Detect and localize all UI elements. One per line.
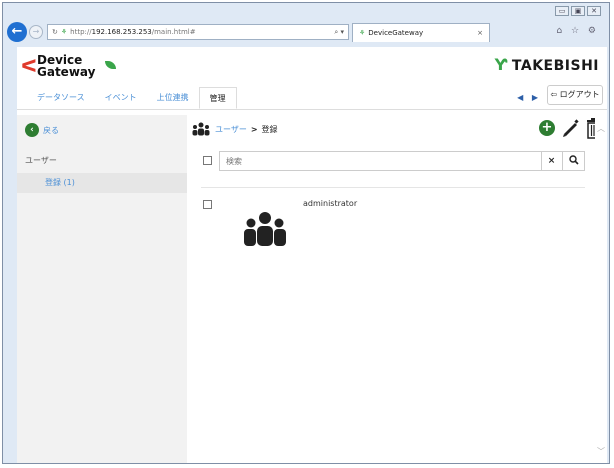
browser-forward-button[interactable]: → [29,25,43,39]
scroll-up-icon[interactable]: ︿ [597,123,605,134]
main-menu: データソース イベント 上位連携 管理 [27,87,237,109]
main-content: ユーザー > 登録 + 検索 × administrator ︿ ﹀ [187,115,607,463]
close-window-button[interactable]: ✕ [587,6,601,16]
address-search-icon[interactable]: ⌕ ▾ [334,25,344,39]
breadcrumb-current: 登録 [261,124,278,134]
edit-pencil-icon[interactable] [561,117,579,139]
device-gateway-logo[interactable]: ᐸ Device Gateway [21,51,131,79]
menu-upper-link[interactable]: 上位連携 [147,87,199,109]
user-checkbox[interactable] [203,200,212,209]
sidebar: ‹ 戻る ユーザー 登録 (1) [17,115,187,463]
back-arrow-icon: ‹ [25,123,39,137]
menu-divider [17,109,607,110]
menu-event[interactable]: イベント [95,87,147,109]
browser-window: ▭ ▣ ✕ ← → ↻ ⚘ http://192.168.253.253/main.… [2,2,610,464]
menu-datasource[interactable]: データソース [27,87,95,109]
scroll-down-icon[interactable]: ﹀ [597,446,605,457]
window-controls: ▭ ▣ ✕ [555,6,601,16]
tab-title: DeviceGateway [368,29,424,37]
tab-favicon-icon: ⚘ [359,29,366,37]
breadcrumb-users-link[interactable]: ユーザー [215,124,247,135]
browser-home-fav-settings-icons[interactable]: ⌂ ☆ ⚙ [556,26,599,36]
add-user-button[interactable]: + [539,120,555,136]
list-divider [201,187,585,188]
search-row: × [201,151,585,171]
minimize-button[interactable]: ▭ [555,6,569,16]
logo-mark-icon: ᐸ [21,56,37,77]
takebishi-brand: Ƴ TAKEBISHI [495,55,599,74]
back-label: 戻る [43,125,59,135]
logout-button[interactable]: ⇦ ログアウト [547,85,603,105]
address-bar[interactable]: ↻ ⚘ http://192.168.253.253/main.html# ⌕ ▾ [47,24,349,40]
address-host: 192.168.253.253 [91,28,152,36]
action-toolbar: + [539,117,603,139]
maximize-button[interactable]: ▣ [571,6,585,16]
tab-close-icon[interactable]: × [477,24,483,42]
menu-admin[interactable]: 管理 [198,87,237,109]
browser-tab[interactable]: ⚘ DeviceGateway × [352,23,490,42]
reload-icon[interactable]: ↻ [52,28,58,36]
search-clear-button[interactable]: × [541,152,561,170]
logo-text-line2: Gateway [37,65,96,79]
search-icon [568,155,579,165]
users-group-icon [192,122,210,136]
breadcrumb: ユーザー > 登録 [191,121,278,137]
logout-label: ログアウト [559,90,600,99]
user-group-avatar-icon [244,212,286,246]
browser-back-button[interactable]: ← [7,22,27,42]
address-path: /main.html# [151,28,196,36]
sprout-icon: Ƴ [494,55,508,74]
browser-toolbar: ← → ↻ ⚘ http://192.168.253.253/main.html# … [7,21,605,43]
vertical-scrollbar[interactable]: ︿ ﹀ [595,115,607,463]
logout-icon: ⇦ [550,90,560,99]
address-protocol: http:// [70,28,92,36]
site-favicon-icon: ⚘ [60,28,68,36]
sidebar-item-register[interactable]: 登録 (1) [17,173,187,193]
select-all-checkbox[interactable] [203,156,212,165]
search-button[interactable] [562,152,584,170]
sidebar-section-users: ユーザー [25,156,57,165]
brand-text: TAKEBISHI [511,58,599,74]
breadcrumb-separator: > [250,124,258,134]
list-item[interactable]: administrator [201,195,585,246]
logo-leaf-icon [105,61,116,69]
user-name: administrator [303,199,358,208]
back-link[interactable]: ‹ 戻る [25,123,59,137]
menu-scroll-arrows-icon[interactable]: ◀ ▶ [517,93,541,102]
app-page: ᐸ Device Gateway Ƴ TAKEBISHI データソース イベント … [17,47,607,463]
search-input[interactable] [219,151,585,171]
